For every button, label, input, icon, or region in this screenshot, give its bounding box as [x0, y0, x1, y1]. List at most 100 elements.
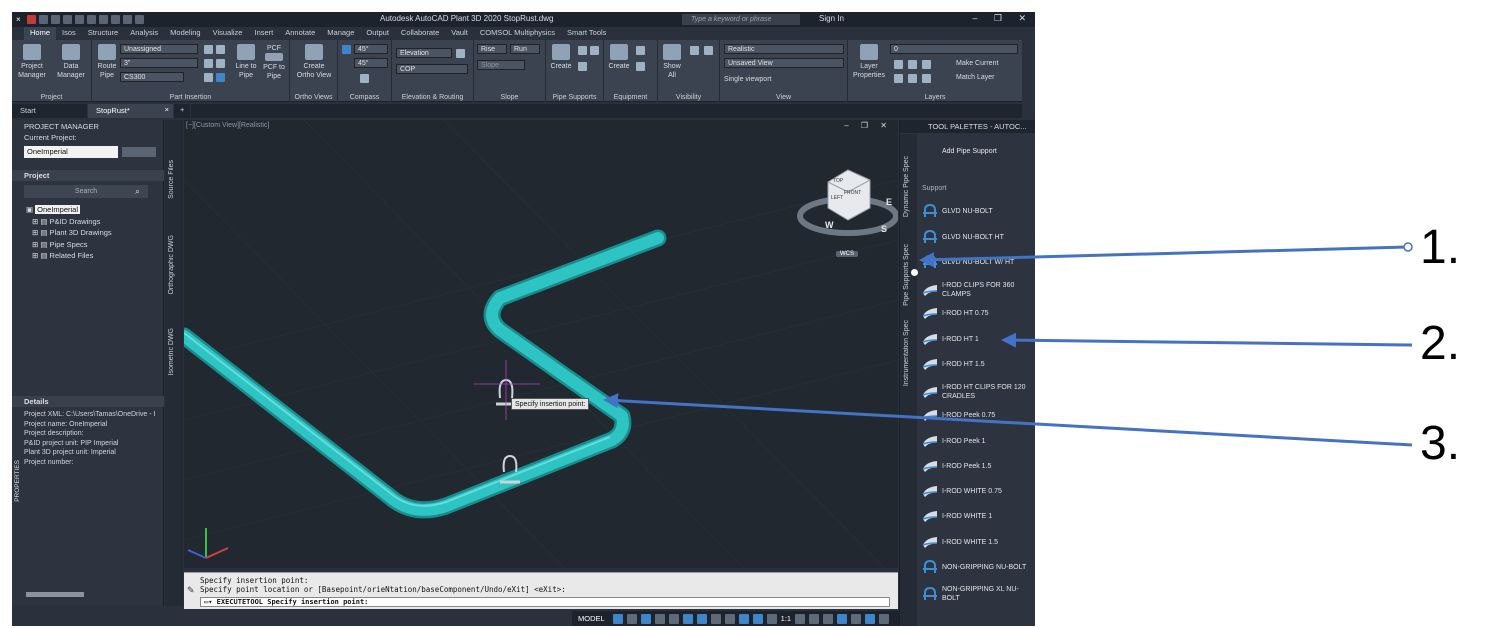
layer-off-icon[interactable] [894, 60, 903, 69]
lineweight-icon[interactable] [710, 613, 721, 624]
open-icon[interactable] [51, 15, 60, 24]
search-icon[interactable]: ⌕ [135, 186, 140, 197]
create-ortho-view-button[interactable]: Create Ortho View [294, 44, 334, 80]
line-to-pipe-button[interactable]: Line to Pipe [232, 44, 260, 80]
support-edit-icon[interactable] [578, 46, 587, 55]
compass-south[interactable]: S [881, 224, 887, 234]
tab-start[interactable]: Start [12, 104, 88, 118]
layer-properties-button[interactable]: Layer Properties [852, 44, 886, 80]
tab-orthographic-dwg[interactable]: Orthographic DWG [168, 235, 175, 295]
command-input[interactable]: ▭▾ EXECUTETOOL Specify insertion point: [200, 597, 890, 607]
layer-combo[interactable]: 0 [890, 44, 1018, 54]
wrench-icon[interactable]: ✎ [187, 585, 195, 596]
publish-icon[interactable] [87, 15, 96, 24]
tree-item-related-files[interactable]: ⊞ ▤ Related Files [26, 250, 112, 262]
properties-tab[interactable]: PROPERTIES [14, 460, 21, 502]
tab-collaborate[interactable]: Collaborate [395, 27, 445, 40]
match-layer-button[interactable]: Match Layer [956, 73, 995, 82]
new-tab-button[interactable]: + [174, 104, 192, 118]
add-pipe-support-tool[interactable]: Add Pipe Support [922, 144, 1032, 158]
tab-annotate[interactable]: Annotate [279, 27, 321, 40]
support-move-icon[interactable] [578, 62, 587, 71]
palette-item[interactable]: I-ROD Peek 1.5 [922, 459, 1032, 473]
tab-structure[interactable]: Structure [82, 27, 124, 40]
palette-item[interactable]: I-ROD Peek 1 [922, 434, 1032, 448]
clean-screen-icon[interactable] [851, 613, 862, 624]
tab-source-files[interactable]: Source Files [168, 160, 175, 199]
palette-item[interactable]: GLVD NU-BOLT HT [922, 229, 1032, 244]
isolate-icon[interactable] [704, 46, 713, 55]
palette-item[interactable]: I-ROD Peek 0.75 [922, 408, 1032, 422]
equipment-modify-icon[interactable] [636, 46, 645, 55]
project-toolbar-icons[interactable] [122, 147, 156, 157]
tab-isometric-dwg[interactable]: Isometric DWG [168, 328, 175, 375]
layer-isolate-icon[interactable] [908, 60, 917, 69]
rise-field[interactable]: Rise [477, 44, 507, 54]
plot-icon[interactable] [99, 15, 108, 24]
viewcube-front-label[interactable]: FRONT [844, 190, 861, 196]
cop-combo[interactable]: COP [396, 64, 468, 74]
tab-vault[interactable]: Vault [445, 27, 474, 40]
tab-stoprust[interactable]: StopRust* × [88, 104, 174, 118]
polar-icon[interactable] [654, 613, 665, 624]
run-field[interactable]: Run [510, 44, 540, 54]
grid-icon[interactable] [612, 613, 623, 624]
tab-isos[interactable]: Isos [56, 27, 82, 40]
service-combo[interactable]: Unassigned [120, 44, 198, 54]
undo-icon[interactable] [111, 15, 120, 24]
tab-smart-tools[interactable]: Smart Tools [561, 27, 612, 40]
support-convert-icon[interactable] [590, 46, 599, 55]
palette-item[interactable]: I-ROD WHITE 1 [922, 509, 1032, 523]
selection-cycling-icon[interactable] [738, 613, 749, 624]
viewcube-left-label[interactable]: LEFT [831, 195, 843, 201]
visual-style-combo[interactable]: Realistic [724, 44, 844, 54]
elevation-field[interactable]: Elevation [396, 48, 452, 58]
compass-angle-1[interactable]: 45° [354, 44, 388, 54]
customization-icon[interactable] [865, 613, 876, 624]
slope-field[interactable]: Slope [477, 60, 525, 70]
search-input[interactable]: Type a keyword or phrase [682, 14, 800, 25]
app-menu-icon[interactable] [27, 15, 36, 24]
palette-item[interactable]: I-ROD CLIPS FOR 360 CLAMPS [922, 281, 1032, 299]
redo-icon[interactable] [123, 15, 132, 24]
plus-icon[interactable] [809, 613, 820, 624]
data-manager-button[interactable]: Data Manager [54, 44, 88, 80]
connect-icon[interactable] [204, 73, 213, 82]
palette-item[interactable]: I-ROD HT CLIPS FOR 120 CRADLES [922, 383, 1032, 401]
tab-pipe-supports-spec[interactable]: Pipe Supports Spec [903, 244, 910, 306]
route-pipe-button[interactable]: Route Pipe [94, 44, 120, 80]
cutback-icon[interactable] [216, 73, 225, 82]
workspace-icon[interactable] [135, 15, 144, 24]
viewcube-top-label[interactable]: TOP [833, 178, 843, 184]
tab-output[interactable]: Output [360, 27, 395, 40]
object-snap-icon[interactable] [696, 613, 707, 624]
elevation-icon[interactable] [456, 49, 465, 58]
tab-comsol[interactable]: COMSOL Multiphysics [474, 27, 561, 40]
snap-icon[interactable] [626, 613, 637, 624]
save-icon[interactable] [63, 15, 72, 24]
save-as-icon[interactable] [75, 15, 84, 24]
create-equipment-button[interactable]: Create [606, 44, 632, 71]
saved-view-combo[interactable]: Unsaved View [724, 58, 844, 68]
size-combo[interactable]: 3" [120, 58, 198, 68]
isodraft-icon[interactable] [668, 613, 679, 624]
compass-west[interactable]: W [825, 220, 834, 230]
palette-item[interactable]: I-ROD HT 0.75 [922, 306, 1032, 320]
palette-item[interactable]: I-ROD HT 1.5 [922, 357, 1032, 371]
tag-icon[interactable] [204, 45, 213, 54]
project-search-input[interactable]: Search [24, 185, 148, 198]
valve-icon[interactable] [216, 59, 225, 68]
viewport-config-button[interactable]: Single viewport [724, 75, 771, 84]
tab-home[interactable]: Home [24, 27, 57, 40]
fitting-icon[interactable] [204, 59, 213, 68]
isolate-objects-icon[interactable] [823, 613, 834, 624]
tree-item-pipe-specs[interactable]: ⊞ ▤ Pipe Specs [26, 239, 112, 251]
annotation-visibility-icon[interactable] [766, 613, 777, 624]
compass-toggle-icon[interactable] [342, 45, 351, 54]
model-space-toggle[interactable]: MODEL [578, 614, 605, 623]
palette-item[interactable]: I-ROD WHITE 1.5 [922, 535, 1032, 549]
3d-osnap-icon[interactable] [752, 613, 763, 624]
project-manager-button[interactable]: Project Manager [16, 44, 48, 80]
hide-icon[interactable] [690, 46, 699, 55]
tree-item-oneimperial[interactable]: ▣ OneImperial [26, 204, 112, 216]
